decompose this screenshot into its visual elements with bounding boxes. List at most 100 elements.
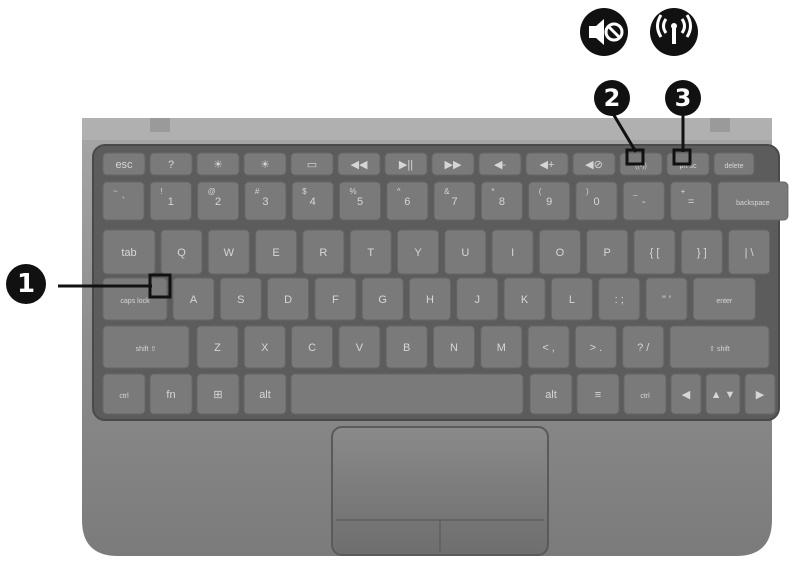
shift-row-key-8: < ,: [527, 325, 570, 369]
bottom-row-key-10-label: ▶: [756, 389, 765, 401]
number-row-key-2-label: 2: [215, 196, 221, 208]
bottom-row-key-3-label: alt: [259, 389, 271, 401]
fn-row-key-0: esc: [102, 152, 146, 176]
qwerty-row-key-6-label: Y: [414, 247, 422, 259]
home-row-key-6: H: [409, 277, 451, 321]
home-row-key-2-label: S: [237, 294, 244, 306]
qwerty-row-key-2-label: W: [224, 247, 235, 259]
home-row-key-7: J: [456, 277, 499, 321]
fn-row-key-3-label: ☀: [260, 159, 270, 171]
home-row-key-8: K: [503, 277, 546, 321]
bottom-row-key-9: ▲ ▼: [705, 373, 741, 415]
callout-number-2: 2: [594, 80, 630, 116]
fn-row-key-13: delete: [713, 152, 755, 176]
qwerty-row-key-7: U: [444, 229, 487, 275]
qwerty-row-key-0-label: tab: [121, 247, 136, 259]
home-row-key-7-label: J: [475, 294, 481, 306]
fn-row-key-0-label: esc: [115, 159, 133, 171]
number-row-key-1-shift-label: !: [160, 187, 162, 196]
qwerty-row-key-13-label: | \: [745, 247, 755, 259]
shift-row-key-5: B: [385, 325, 428, 369]
bottom-row-key-10: ▶: [744, 373, 776, 415]
bottom-row-key-3: alt: [243, 373, 287, 415]
fn-row-key-5: ◀◀: [337, 152, 381, 176]
bottom-row-key-2-label: ⊞: [213, 389, 222, 401]
bottom-row-key-6: ≡: [576, 373, 620, 415]
number-row-key-7: 7&: [433, 181, 476, 221]
wireless-antenna-icon: [650, 8, 698, 56]
shift-row-key-1: Z: [196, 325, 239, 369]
shift-row-key-2-label: X: [261, 342, 269, 354]
number-row-key-11-label: -: [642, 196, 646, 208]
number-row-key-12: =+: [670, 181, 713, 221]
qwerty-row-key-8: I: [491, 229, 534, 275]
fn-row-key-5-label: ◀◀: [351, 159, 368, 171]
shift-row-key-11: ⇧ shift: [669, 325, 770, 369]
number-row-key-2-shift-label: @: [208, 187, 216, 196]
fn-row-key-13-label: delete: [724, 163, 743, 170]
number-row-key-7-shift-label: &: [444, 187, 450, 196]
callout-number-1: 1: [6, 264, 46, 304]
shift-row-key-9-label: > .: [590, 342, 603, 354]
qwerty-row-key-11-label: { [: [650, 247, 660, 259]
number-row-key-8-label: 8: [499, 196, 505, 208]
number-row-key-10-shift-label: ): [586, 187, 589, 196]
fn-row-key-3: ☀: [243, 152, 287, 176]
callout-number-3: 3: [665, 80, 701, 116]
home-row-key-12: enter: [692, 277, 756, 321]
number-row-key-6: 6^: [386, 181, 429, 221]
shift-row-key-6-label: N: [450, 342, 458, 354]
fn-row-key-1-label: ?: [168, 159, 174, 171]
bottom-row-key-8-label: ◀: [682, 389, 691, 401]
bottom-row-key-5: alt: [529, 373, 573, 415]
fn-row-key-6-label: ▶||: [399, 159, 413, 171]
number-row-key-12-label: =: [688, 196, 694, 208]
qwerty-row-key-3-label: E: [272, 247, 279, 259]
qwerty-row-key-4: R: [302, 229, 345, 275]
bottom-row-key-1-label: fn: [166, 389, 175, 401]
home-row-key-5-label: G: [378, 294, 387, 306]
number-row-key-13: backspace: [717, 181, 789, 221]
number-row-key-13-label: backspace: [736, 200, 770, 207]
home-row-key-9-label: L: [569, 294, 575, 306]
number-row-key-10-label: 0: [593, 196, 599, 208]
home-row-key-5: G: [361, 277, 404, 321]
number-row-key-5-label: 5: [357, 196, 363, 208]
number-row-key-4: 4$: [291, 181, 334, 221]
qwerty-row-key-1-label: Q: [177, 247, 186, 259]
qwerty-row-key-5: T: [349, 229, 392, 275]
shift-row-key-6: N: [433, 325, 475, 369]
home-row-key-3-label: D: [284, 294, 292, 306]
number-row-key-5-shift-label: %: [350, 187, 357, 196]
home-row-key-11-label: " ': [662, 294, 671, 306]
fn-row-key-9-label: ◀+: [540, 159, 555, 171]
number-row-key-0-label: `: [122, 196, 126, 208]
home-row-key-10-label: : ;: [615, 294, 624, 306]
shift-row-key-1-label: Z: [214, 342, 221, 354]
home-row-key-0-label: caps lock: [120, 298, 150, 305]
home-row-key-10: : ;: [598, 277, 641, 321]
qwerty-row-key-8-label: I: [511, 247, 514, 259]
fn-row-key-4: ▭: [290, 152, 334, 176]
qwerty-row-key-1: Q: [160, 229, 203, 275]
bottom-row-key-2: ⊞: [196, 373, 240, 415]
number-row-key-11-shift-label: _: [632, 187, 638, 196]
fn-row-key-10-label: ◀⊘: [585, 159, 603, 171]
number-row-key-4-shift-label: $: [302, 187, 307, 196]
qwerty-row-key-6: Y: [397, 229, 439, 275]
shift-row-key-4: V: [338, 325, 381, 369]
number-row-key-6-shift-label: ^: [397, 187, 401, 196]
shift-row-key-10: ? /: [622, 325, 665, 369]
bottom-row-key-0-label: ctrl: [119, 393, 129, 400]
number-row-key-0: `~: [102, 181, 145, 221]
home-row-key-6-label: H: [426, 294, 434, 306]
number-row-key-8: 8*: [480, 181, 523, 221]
home-row-key-11: " ': [645, 277, 688, 321]
home-row-key-3: D: [267, 277, 310, 321]
home-row-key-12-label: enter: [716, 298, 733, 305]
shift-row-key-10-label: ? /: [637, 342, 650, 354]
shift-row-key-0-label: shift ⇧: [136, 345, 157, 353]
shift-row-key-3: C: [291, 325, 334, 369]
fn-row-key-7: ▶▶: [431, 152, 475, 176]
qwerty-row-key-12-label: } ]: [697, 247, 707, 259]
